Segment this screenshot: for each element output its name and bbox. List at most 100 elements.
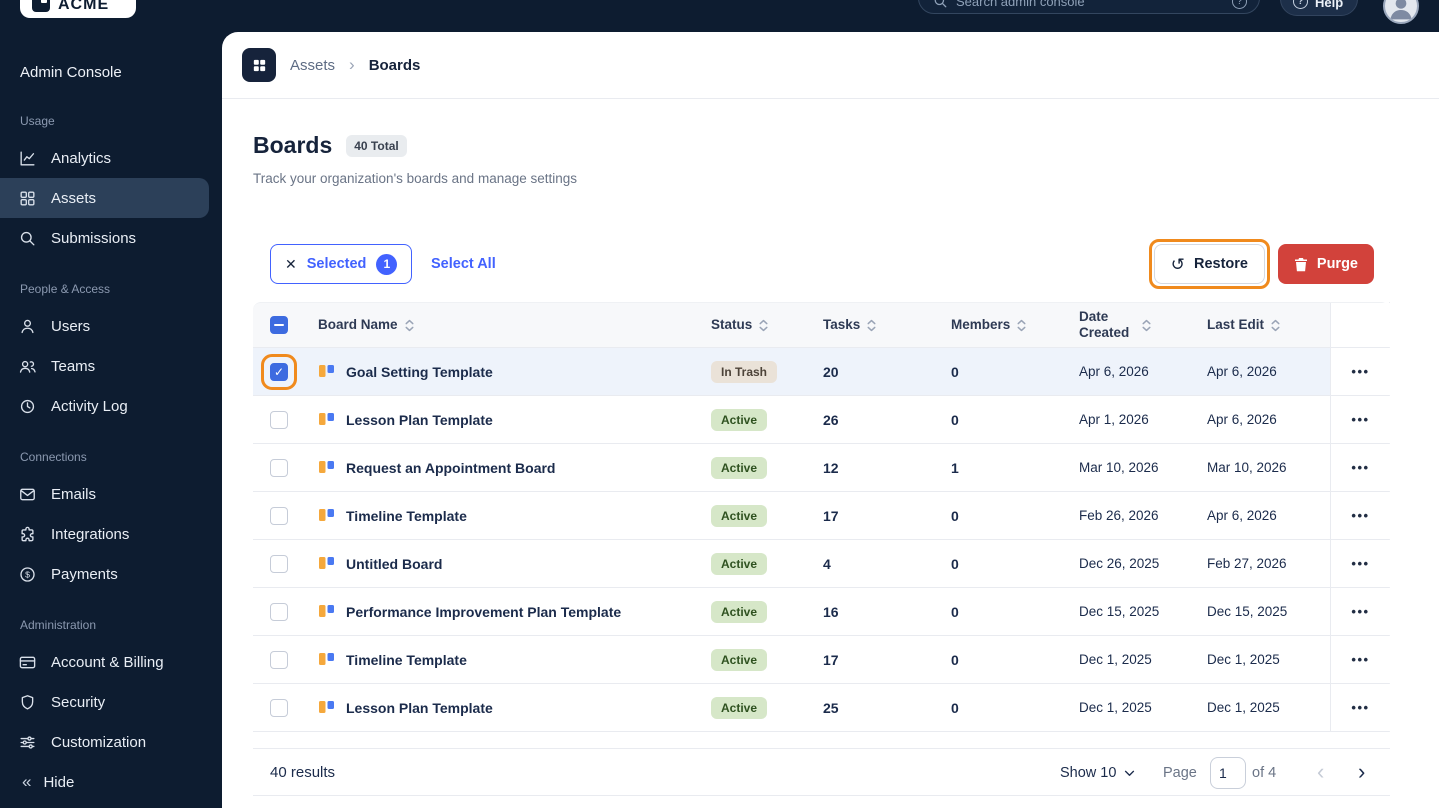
table-row[interactable]: Timeline Template Active 17 0 Feb 26, 20… [253, 492, 1390, 540]
row-checkbox[interactable] [270, 410, 288, 429]
header-status[interactable]: Status [711, 303, 823, 347]
sidebar-item-integrations[interactable]: Integrations [0, 514, 209, 554]
row-checkbox[interactable] [270, 698, 288, 717]
date-created: Feb 26, 2026 [1079, 508, 1159, 523]
user-avatar[interactable] [1383, 0, 1419, 24]
members-count: 0 [951, 603, 959, 620]
status-badge: In Trash [711, 360, 778, 383]
breadcrumb-boards: Boards [368, 56, 421, 74]
board-name: Lesson Plan Template [346, 411, 493, 428]
selected-label: Selected [306, 256, 367, 272]
help-button[interactable]: ? Help [1280, 0, 1359, 16]
row-actions-menu[interactable]: ••• [1351, 652, 1369, 667]
sort-icon [759, 319, 768, 331]
row-actions-menu[interactable]: ••• [1351, 700, 1369, 715]
total-count-badge: 40 Total [346, 134, 407, 157]
header-members[interactable]: Members [951, 303, 1079, 347]
sidebar-item-emails[interactable]: Emails [0, 474, 209, 514]
row-actions-menu[interactable]: ••• [1351, 508, 1369, 523]
board-icon [319, 412, 334, 425]
row-actions-menu[interactable]: ••• [1351, 460, 1369, 475]
sidebar-item-activity-log[interactable]: Activity Log [0, 386, 209, 426]
row-checkbox[interactable] [270, 506, 288, 525]
header-tasks[interactable]: Tasks [823, 303, 951, 347]
sidebar-item-payments[interactable]: $ Payments [0, 554, 209, 594]
board-name: Lesson Plan Template [346, 699, 493, 716]
header-date-created[interactable]: Date Created [1079, 303, 1207, 347]
sidebar-section-administration: Administration [20, 618, 97, 632]
sidebar-item-customization[interactable]: Customization [0, 722, 209, 762]
last-edit: Apr 6, 2026 [1207, 364, 1277, 379]
board-icon [319, 508, 334, 521]
last-edit: Feb 27, 2026 [1207, 556, 1287, 571]
status-badge: Active [711, 696, 768, 719]
members-count: 0 [951, 507, 959, 524]
sort-icon [1271, 319, 1280, 331]
row-checkbox[interactable] [270, 458, 288, 477]
table-row[interactable]: Lesson Plan Template Active 25 0 Dec 1, … [253, 684, 1390, 732]
restore-label: Restore [1194, 256, 1248, 272]
row-actions-menu[interactable]: ••• [1351, 364, 1369, 379]
page-number-input[interactable] [1210, 757, 1246, 789]
tasks-count: 16 [823, 603, 839, 620]
sidebar-item-analytics[interactable]: Analytics [0, 138, 209, 178]
previous-page-button[interactable]: ‹ [1317, 749, 1324, 795]
breadcrumb-separator-icon: › [349, 55, 355, 74]
tasks-count: 4 [823, 555, 831, 572]
sidebar-section-people: People & Access [20, 282, 111, 296]
board-name: Timeline Template [346, 507, 467, 524]
row-checkbox[interactable] [270, 650, 288, 669]
sidebar-item-submissions[interactable]: Submissions [0, 218, 209, 258]
sidebar-item-account-billing[interactable]: Account & Billing [0, 642, 209, 682]
sidebar-item-users[interactable]: Users [0, 306, 209, 346]
emails-icon [18, 485, 37, 504]
board-icon [319, 700, 334, 713]
results-count: 40 results [270, 764, 336, 781]
table-row[interactable]: Timeline Template Active 17 0 Dec 1, 202… [253, 636, 1390, 684]
sidebar-item-assets[interactable]: Assets [0, 178, 209, 218]
search-input[interactable] [956, 0, 1224, 9]
row-actions-menu[interactable]: ••• [1351, 604, 1369, 619]
table-header-row: Board Name Status Tasks Members Date Cre… [253, 302, 1390, 348]
select-all-link[interactable]: Select All [431, 244, 496, 284]
status-badge: Active [711, 552, 768, 575]
header-board-name[interactable]: Board Name [301, 303, 711, 347]
row-checkbox[interactable] [270, 554, 288, 573]
purge-button[interactable]: Purge [1277, 244, 1374, 284]
members-count: 0 [951, 411, 959, 428]
tasks-count: 12 [823, 459, 839, 476]
restore-button[interactable]: ↺ Restore [1153, 244, 1265, 284]
boards-table: Board Name Status Tasks Members Date Cre… [253, 302, 1390, 732]
row-actions-menu[interactable]: ••• [1351, 556, 1369, 571]
admin-search-bar[interactable]: ? [918, 0, 1260, 14]
status-badge: Active [711, 408, 768, 431]
members-count: 0 [951, 363, 959, 380]
sidebar-section-connections: Connections [20, 450, 87, 464]
table-row[interactable]: Performance Improvement Plan Template Ac… [253, 588, 1390, 636]
date-created: Dec 1, 2025 [1079, 700, 1152, 715]
row-actions-menu[interactable]: ••• [1351, 412, 1369, 427]
collapse-icon: « [22, 772, 32, 791]
clear-selection-button[interactable]: ✕ Selected 1 [270, 244, 413, 284]
status-badge: Active [711, 600, 768, 623]
sidebar-item-security[interactable]: Security [0, 682, 209, 722]
row-checkbox[interactable] [270, 602, 288, 621]
trash-icon [1294, 257, 1307, 271]
tasks-count: 17 [823, 507, 839, 524]
members-count: 0 [951, 555, 959, 572]
row-checkbox[interactable] [270, 362, 288, 381]
table-row[interactable]: Untitled Board Active 4 0 Dec 26, 2025 F… [253, 540, 1390, 588]
next-page-button[interactable]: › [1358, 749, 1365, 795]
sidebar-item-teams[interactable]: Teams [0, 346, 209, 386]
page-size-select[interactable]: Show 10 [1060, 749, 1135, 797]
table-row[interactable]: Request an Appointment Board Active 12 1… [253, 444, 1390, 492]
table-row[interactable]: Goal Setting Template In Trash 20 0 Apr … [253, 348, 1390, 396]
header-last-edit[interactable]: Last Edit [1207, 303, 1330, 347]
acme-logo[interactable]: ACME [20, 0, 136, 18]
search-help-icon[interactable]: ? [1232, 0, 1247, 9]
sidebar-collapse-button[interactable]: « Hide [22, 772, 74, 792]
breadcrumb-assets[interactable]: Assets [290, 57, 335, 74]
table-row[interactable]: Lesson Plan Template Active 26 0 Apr 1, … [253, 396, 1390, 444]
board-icon [319, 652, 334, 665]
select-all-checkbox[interactable] [270, 316, 288, 334]
